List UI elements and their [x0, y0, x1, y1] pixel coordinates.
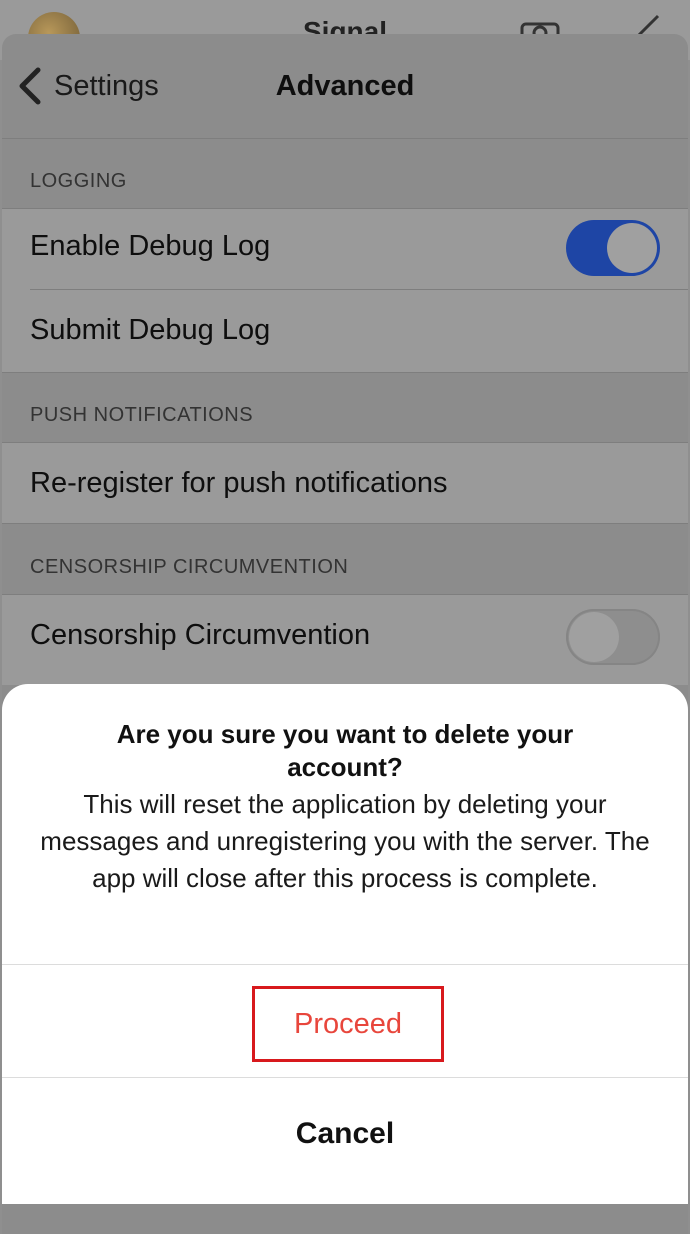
- toggle-knob: [607, 223, 657, 273]
- divider: [2, 523, 688, 524]
- section-header-logging: LOGGING: [30, 170, 127, 192]
- divider: [2, 964, 688, 965]
- submit-debug-log-label: Submit Debug Log: [30, 314, 271, 346]
- re-register-push-row[interactable]: Re-register for push notifications: [2, 443, 688, 523]
- cancel-button[interactable]: Cancel: [2, 1079, 688, 1189]
- proceed-button[interactable]: Proceed: [252, 986, 444, 1062]
- enable-debug-log-toggle[interactable]: [566, 220, 660, 276]
- divider: [2, 138, 688, 139]
- censorship-circumvention-label: Censorship Circumvention: [30, 619, 371, 651]
- divider: [2, 1077, 688, 1078]
- re-register-push-label: Re-register for push notifications: [30, 467, 448, 499]
- action-sheet-title: Are you sure you want to delete your acc…: [116, 719, 574, 782]
- page-title: Advanced: [275, 70, 415, 102]
- enable-debug-log-label: Enable Debug Log: [30, 230, 271, 262]
- censorship-circumvention-toggle[interactable]: [566, 609, 660, 665]
- section-header-censorship: CENSORSHIP CIRCUMVENTION: [30, 556, 349, 578]
- divider: [2, 208, 688, 209]
- section-header-push-notifications: PUSH NOTIFICATIONS: [30, 404, 254, 426]
- delete-account-action-sheet: Are you sure you want to delete your acc…: [2, 684, 688, 1204]
- toggle-knob: [569, 612, 619, 662]
- enable-debug-log-row[interactable]: Enable Debug Log: [2, 208, 688, 290]
- submit-debug-log-row[interactable]: Submit Debug Log: [2, 290, 688, 372]
- censorship-circumvention-row[interactable]: Censorship Circumvention: [2, 595, 688, 685]
- navigation-bar: Settings Advanced: [2, 34, 688, 138]
- action-sheet-message: This will reset the application by delet…: [40, 789, 650, 893]
- divider: [2, 372, 688, 373]
